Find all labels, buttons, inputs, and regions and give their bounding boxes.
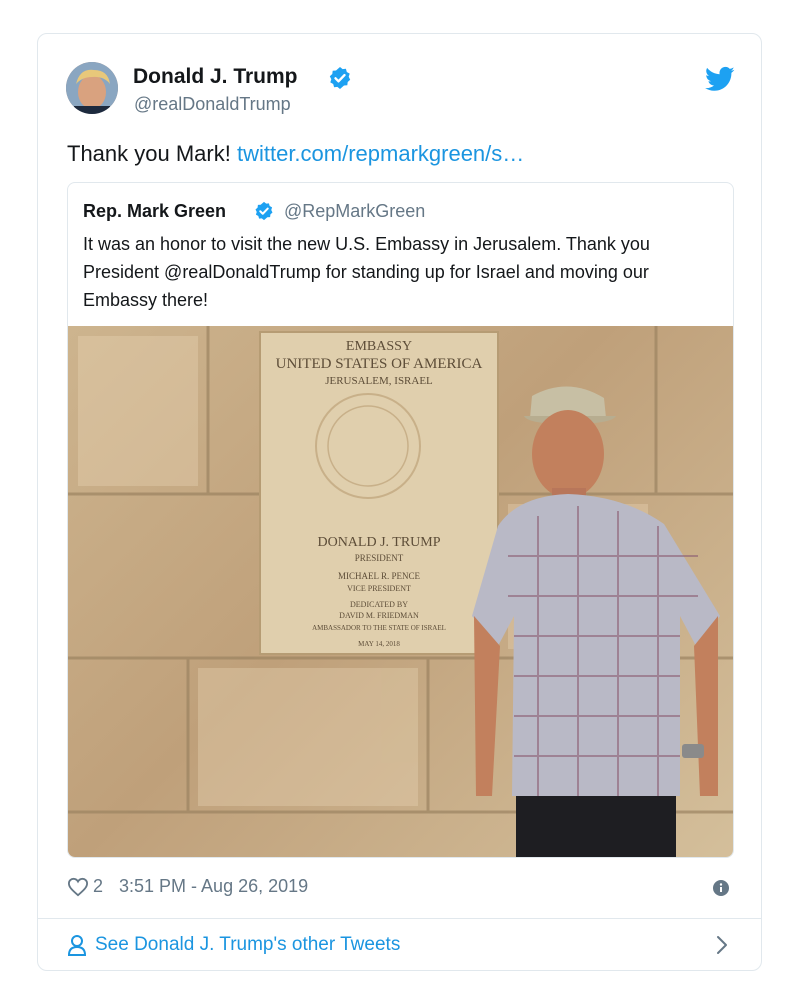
plaque-vice-president: VICE PRESIDENT <box>347 584 411 593</box>
plaque-date: MAY 14, 2018 <box>358 640 400 648</box>
see-other-tweets-label[interactable]: See Donald J. Trump's other Tweets <box>95 934 400 956</box>
embedded-tweet-card: Donald J. Trump @realDonaldTrump Thank y… <box>37 33 762 971</box>
plaque-dedicated: DEDICATED BY <box>350 600 408 609</box>
like-count[interactable]: 2 <box>93 876 103 897</box>
plaque-president: PRESIDENT <box>355 553 404 563</box>
quoted-tweet-photo[interactable]: EMBASSY UNITED STATES OF AMERICA JERUSAL… <box>68 326 733 857</box>
heart-icon[interactable] <box>67 877 89 897</box>
tweet-link[interactable]: twitter.com/repmarkgreen/s… <box>237 141 524 166</box>
tweet-meta: 2 3:51 PM - Aug 26, 2019 <box>67 876 308 897</box>
quoted-tweet[interactable]: Rep. Mark Green @RepMarkGreen It was an … <box>67 182 734 858</box>
plaque-embassy: EMBASSY <box>346 339 412 354</box>
verified-badge-icon <box>255 201 273 221</box>
twitter-bird-icon[interactable] <box>705 64 735 94</box>
person-icon <box>67 935 87 956</box>
info-icon[interactable] <box>713 880 729 896</box>
quoted-author-name[interactable]: Rep. Mark Green <box>83 201 226 222</box>
tweet-body: Thank you Mark! <box>67 141 231 166</box>
tweet-timestamp[interactable]: 3:51 PM - Aug 26, 2019 <box>119 876 308 897</box>
author-handle[interactable]: @realDonaldTrump <box>134 94 291 115</box>
plaque-ambassador: AMBASSADOR TO THE STATE OF ISRAEL <box>312 624 446 632</box>
footer-divider <box>38 918 761 919</box>
plaque-friedman: DAVID M. FRIEDMAN <box>339 611 419 620</box>
tweet-text: Thank you Mark! twitter.com/repmarkgreen… <box>67 141 524 167</box>
man-figure <box>472 386 720 857</box>
author-name[interactable]: Donald J. Trump <box>133 65 298 89</box>
plaque-trump: DONALD J. TRUMP <box>317 535 440 550</box>
embassy-plaque-scene: EMBASSY UNITED STATES OF AMERICA JERUSAL… <box>68 326 733 857</box>
plaque-jerusalem: JERUSALEM, ISRAEL <box>325 375 433 387</box>
plaque-usa: UNITED STATES OF AMERICA <box>276 356 483 372</box>
verified-badge-icon <box>329 67 351 89</box>
see-other-tweets-link[interactable]: See Donald J. Trump's other Tweets <box>67 934 400 956</box>
quoted-tweet-text: It was an honor to visit the new U.S. Em… <box>83 234 650 310</box>
author-avatar[interactable] <box>66 62 118 114</box>
plaque-pence: MICHAEL R. PENCE <box>338 571 420 581</box>
chevron-right-icon[interactable] <box>715 934 729 956</box>
quoted-author-handle[interactable]: @RepMarkGreen <box>284 201 425 222</box>
